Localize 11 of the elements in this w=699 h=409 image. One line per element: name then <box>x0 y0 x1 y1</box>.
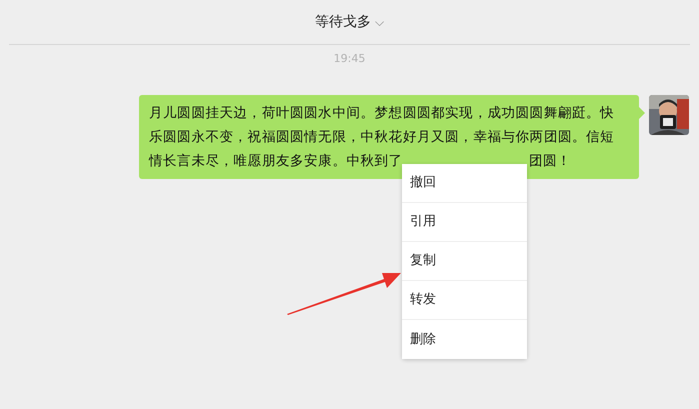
message-text: 月儿圆圆挂天边，荷叶圆圆水中间。梦想圆圆都实现，成功圆圆舞翩跹。快 <box>149 105 614 121</box>
message-text: 情长言未尽，唯愿朋友多安康。中秋到了 <box>149 153 403 169</box>
timestamp: 19:45 <box>334 52 366 65</box>
menu-item[interactable]: 撤回 <box>402 164 527 203</box>
menu-item[interactable]: 删除 <box>402 320 527 359</box>
menu-item[interactable]: 复制 <box>402 242 527 281</box>
message-text: 乐圆圆永不变，祝福圆圆情无限，中秋花好月又圆，幸福与你两团圆。信短 <box>149 129 614 145</box>
message-text: 团圆！ <box>528 153 572 169</box>
menu-item[interactable]: 引用 <box>402 203 527 242</box>
menu-item[interactable]: 转发 <box>402 281 527 320</box>
chat-title[interactable]: 等待戈多 <box>315 12 371 32</box>
